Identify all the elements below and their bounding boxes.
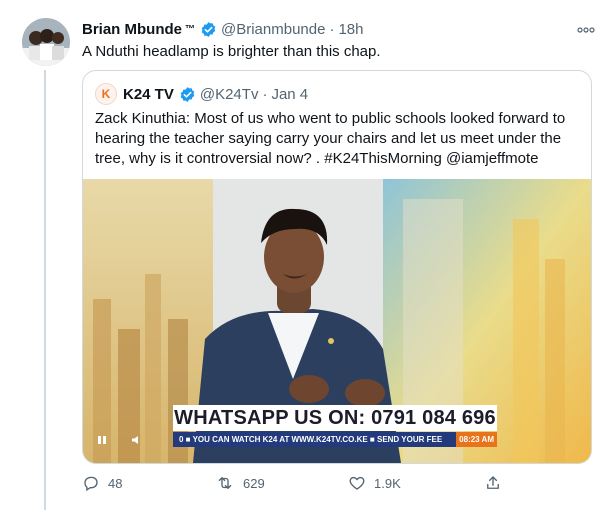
author-handle[interactable]: @Brianmbunde xyxy=(221,21,325,38)
quoted-tweet-text: Zack Kinuthia: Most of us who went to pu… xyxy=(95,110,566,167)
reply-button[interactable]: 48 xyxy=(82,474,122,492)
quoted-author-handle: @K24Tv xyxy=(199,85,259,103)
thread-connector-line xyxy=(44,70,46,510)
news-ticker: 0 ■ YOU CAN WATCH K24 AT WWW.K24TV.CO.KE… xyxy=(173,432,497,447)
tweet-time[interactable]: 18h xyxy=(338,21,363,38)
quoted-tweet-date: Jan 4 xyxy=(271,85,309,103)
quoted-author-name: K24 TV xyxy=(123,85,174,103)
retweet-button[interactable]: 629 xyxy=(215,474,265,492)
verified-badge-icon xyxy=(180,86,195,102)
reply-icon xyxy=(84,476,98,492)
whatsapp-banner: WHATSAPP US ON: 0791 084 696 xyxy=(173,405,497,431)
tweet-actions: 48 629 1.9K xyxy=(82,474,582,496)
quoted-header-separator: · xyxy=(262,85,268,103)
k24-logo-icon: K xyxy=(95,83,117,105)
ticker-clock: 08:23 AM xyxy=(456,432,497,447)
share-button[interactable] xyxy=(484,474,510,492)
avatar-image xyxy=(22,18,70,66)
tweet-text: A Nduthi headlamp is brighter than this … xyxy=(82,43,381,60)
verified-badge-icon xyxy=(201,21,216,37)
like-button[interactable]: 1.9K xyxy=(348,474,401,492)
tweet-header: Brian Mbunde ™ @Brianmbunde · 18h xyxy=(82,18,595,40)
heart-icon xyxy=(349,476,365,490)
reply-count: 48 xyxy=(108,475,123,491)
header-separator: · xyxy=(329,20,335,38)
author-name[interactable]: Brian Mbunde xyxy=(82,21,182,38)
share-icon xyxy=(487,476,499,489)
retweet-count: 629 xyxy=(243,475,265,491)
video-player[interactable]: WHATSAPP US ON: 0791 084 696 0 ■ YOU CAN… xyxy=(83,179,591,463)
volume-icon[interactable] xyxy=(131,435,143,448)
ticker-text: 0 ■ YOU CAN WATCH K24 AT WWW.K24TV.CO.KE… xyxy=(179,435,443,444)
pause-icon[interactable] xyxy=(97,435,107,448)
quoted-tweet-header: K K24 TV @K24Tv · Jan 4 xyxy=(95,83,308,105)
quoted-tweet-card[interactable]: K K24 TV @K24Tv · Jan 4 Zack Kinuthia: M… xyxy=(82,70,592,464)
like-count: 1.9K xyxy=(374,475,401,491)
more-horizontal-icon[interactable] xyxy=(577,20,595,36)
author-name-suffix: ™ xyxy=(185,23,195,35)
retweet-icon xyxy=(218,477,232,489)
avatar[interactable] xyxy=(22,18,70,66)
